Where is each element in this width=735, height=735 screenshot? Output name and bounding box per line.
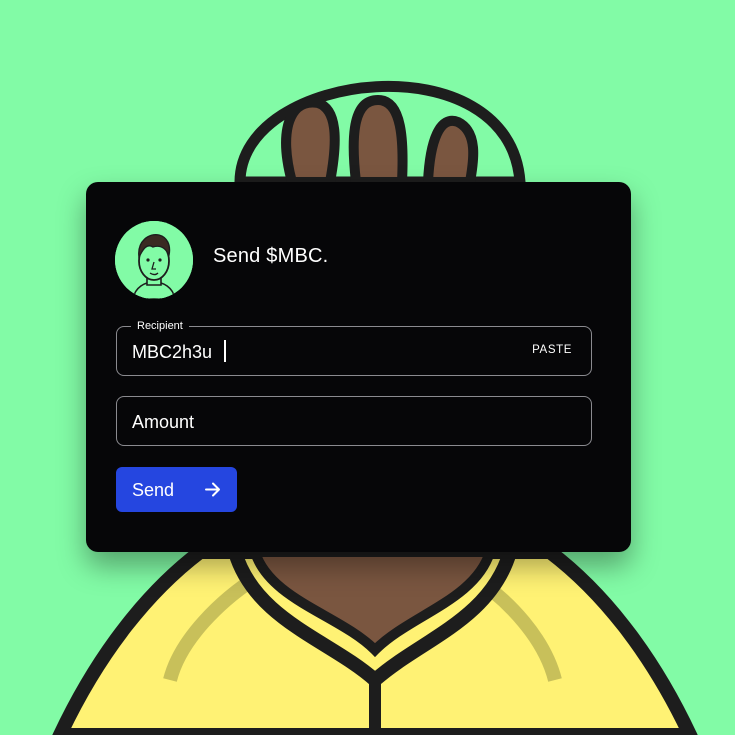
character-avatar-icon xyxy=(115,221,193,299)
arrow-right-icon xyxy=(205,482,220,497)
recipient-input-value[interactable]: MBC2h3u xyxy=(132,341,212,363)
paste-button[interactable]: PASTE xyxy=(532,344,572,356)
recipient-field[interactable]: Recipient MBC2h3u PASTE xyxy=(116,319,592,376)
avatar xyxy=(115,221,193,299)
amount-field[interactable]: Amount xyxy=(116,396,592,446)
amount-placeholder[interactable]: Amount xyxy=(132,411,194,433)
page-title: Send $MBC. xyxy=(213,245,329,267)
send-card: Send $MBC. Recipient MBC2h3u PASTE Amoun… xyxy=(86,182,631,552)
text-cursor xyxy=(224,340,226,362)
send-button-label: Send xyxy=(132,480,175,500)
send-button[interactable]: Send xyxy=(116,467,237,512)
recipient-label: Recipient xyxy=(131,319,189,333)
